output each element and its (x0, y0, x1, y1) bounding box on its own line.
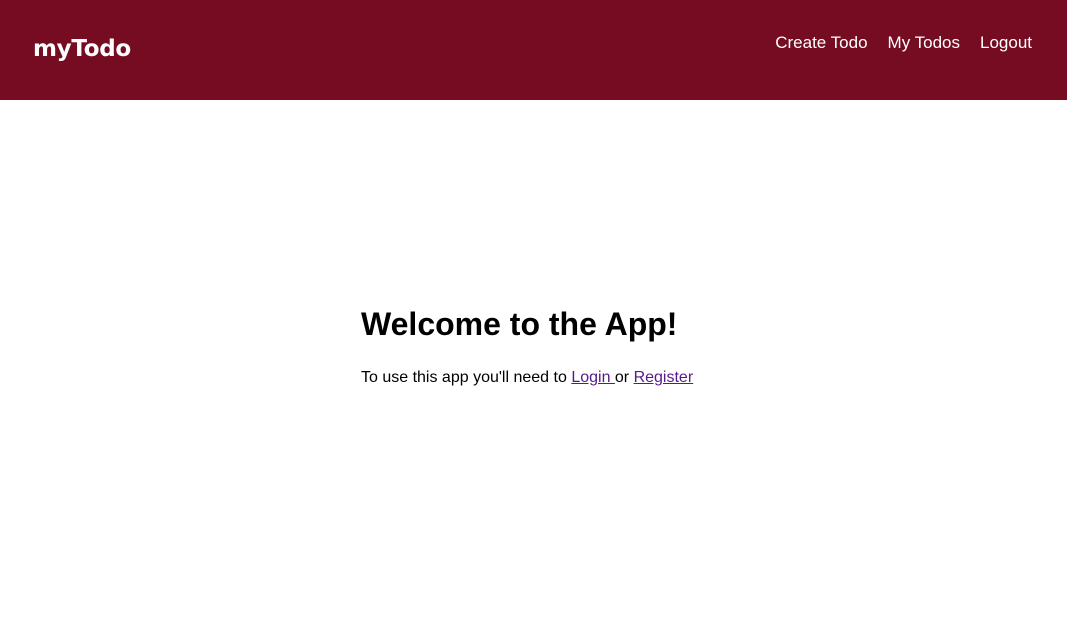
welcome-section: Welcome to the App! To use this app you'… (361, 306, 861, 388)
main-nav: Create Todo My Todos Logout (775, 33, 1032, 53)
nav-logout-link[interactable]: Logout (980, 33, 1032, 53)
nav-my-todos-link[interactable]: My Todos (888, 33, 960, 53)
nav-create-todo-link[interactable]: Create Todo (775, 33, 867, 53)
message-middle: or (614, 369, 634, 386)
register-link[interactable]: Register (634, 369, 694, 386)
welcome-message: To use this app you'll need to Login or … (361, 368, 861, 388)
message-prefix: To use this app you'll need to (361, 369, 572, 386)
top-nav-bar: myTodo Create Todo My Todos Logout (0, 0, 1067, 100)
app-logo[interactable]: myTodo (33, 34, 131, 64)
login-link[interactable]: Login (571, 369, 615, 386)
page-title: Welcome to the App! (361, 306, 678, 342)
